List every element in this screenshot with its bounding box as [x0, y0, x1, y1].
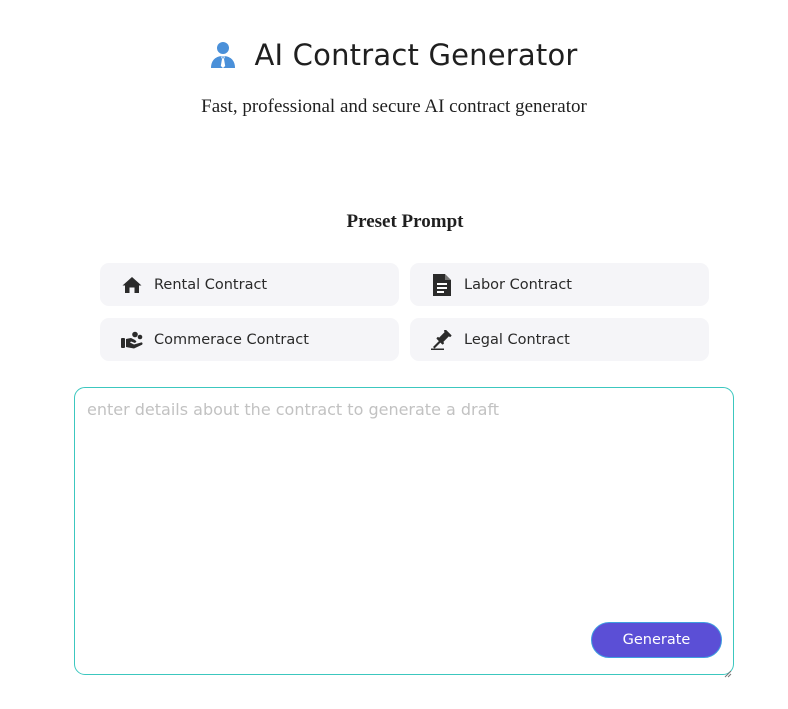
- page: AI Contract Generator Fast, professional…: [0, 0, 788, 709]
- preset-labor-contract[interactable]: Labor Contract: [410, 263, 709, 306]
- preset-label: Legal Contract: [464, 331, 570, 348]
- preset-heading: Preset Prompt: [346, 211, 464, 232]
- contract-details-editor: Generate: [74, 387, 734, 678]
- gavel-icon: [431, 329, 453, 351]
- preset-grid: Rental Contract Labor Contract Commerace…: [100, 263, 709, 361]
- header: AI Contract Generator: [0, 38, 788, 72]
- preset-commerace-contract[interactable]: Commerace Contract: [100, 318, 399, 361]
- preset-label: Rental Contract: [154, 276, 268, 293]
- preset-legal-contract[interactable]: Legal Contract: [410, 318, 709, 361]
- house-icon: [121, 274, 143, 296]
- handshake-icon: [121, 329, 143, 351]
- user-tie-icon: [210, 41, 236, 69]
- document-icon: [431, 273, 453, 296]
- contract-details-input[interactable]: [87, 400, 717, 620]
- page-title: AI Contract Generator: [254, 38, 578, 72]
- preset-rental-contract[interactable]: Rental Contract: [100, 263, 399, 306]
- resize-handle-icon[interactable]: [724, 665, 732, 678]
- page-subtitle: Fast, professional and secure AI contrac…: [201, 96, 587, 117]
- generate-button[interactable]: Generate: [591, 622, 722, 658]
- preset-label: Labor Contract: [464, 276, 572, 293]
- preset-label: Commerace Contract: [154, 331, 309, 348]
